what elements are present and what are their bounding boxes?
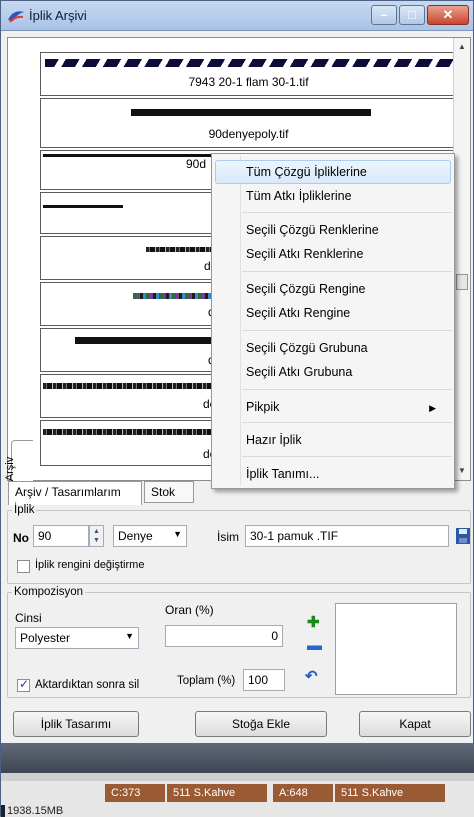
- minimize-icon: –: [380, 7, 388, 22]
- yarn-preview: [75, 337, 215, 344]
- yarn-group-legend: İplik: [14, 504, 35, 516]
- chevron-down-icon: ▼: [125, 631, 134, 641]
- no-stepper[interactable]: ▲ ▼: [89, 525, 104, 547]
- window-title: İplik Arşivi: [29, 8, 87, 23]
- tab-archive-designs[interactable]: Arşiv / Tasarımlarım: [8, 481, 142, 505]
- unit-value: Denye: [118, 529, 153, 543]
- composition-legend: Kompozisyon: [14, 586, 84, 598]
- add-stock-button[interactable]: Stoğa Ekle: [195, 711, 327, 737]
- menu-item-yarn-definition[interactable]: İplik Tanımı...: [246, 467, 319, 481]
- yarn-preview: [133, 293, 213, 299]
- remove-composition-icon[interactable]: ▬: [307, 637, 322, 654]
- menu-item-all-warp[interactable]: Tüm Çözgü İpliklerine: [215, 160, 451, 184]
- close-button[interactable]: Kapat: [359, 711, 471, 737]
- menu-item-selected-weft-color[interactable]: Seçili Atkı Rengine: [246, 306, 350, 320]
- menu-item-ready-yarn[interactable]: Hazır İplik: [246, 433, 302, 447]
- keep-color-checkbox[interactable]: [17, 560, 30, 573]
- menu-item-selected-warp-color[interactable]: Seçili Çözgü Rengine: [246, 282, 366, 296]
- save-disk-icon[interactable]: [455, 527, 471, 545]
- title-bar[interactable]: İplik Arşivi – □ ✕: [1, 1, 473, 31]
- add-composition-icon[interactable]: ✚: [307, 613, 320, 631]
- list-item[interactable]: 7943 20-1 flam 30-1.tif: [40, 52, 457, 96]
- scroll-up-icon[interactable]: ▲: [458, 42, 466, 51]
- chevron-down-icon: ▼: [173, 529, 182, 539]
- delete-after-label: Aktardıktan sonra sil: [35, 679, 140, 691]
- isim-label: İsim: [217, 530, 239, 544]
- menu-item-selected-warp-group[interactable]: Seçili Çözgü Grubuna: [246, 341, 368, 355]
- menu-item-pikpik[interactable]: Pikpik: [246, 400, 279, 414]
- minimize-button[interactable]: –: [371, 5, 397, 25]
- menu-item-label: Tüm Çözgü İpliklerine: [246, 165, 367, 179]
- menu-separator: [242, 271, 452, 272]
- close-icon: ✕: [442, 7, 454, 22]
- menu-separator: [242, 456, 452, 457]
- maximize-button[interactable]: □: [399, 5, 425, 25]
- warp-color: 511 S.Kahve: [167, 784, 267, 802]
- menu-separator: [242, 422, 452, 423]
- yarn-preview: [131, 109, 371, 116]
- delete-after-checkbox[interactable]: [17, 677, 30, 692]
- fabric-strip: [1, 743, 474, 773]
- spin-down-icon[interactable]: ▼: [93, 537, 100, 544]
- close-window-button[interactable]: ✕: [427, 5, 469, 25]
- scroll-down-icon[interactable]: ▼: [458, 466, 466, 475]
- isim-field[interactable]: 30-1 pamuk .TIF: [245, 525, 449, 547]
- weft-count: A:648: [273, 784, 333, 802]
- list-scrollbar[interactable]: ▲ ▼: [453, 38, 470, 480]
- yarn-preview: [43, 205, 123, 208]
- yarn-preview: [146, 247, 216, 252]
- menu-separator: [242, 330, 452, 331]
- tab-stock[interactable]: Stok: [144, 481, 194, 503]
- status-cells: C:373 511 S.Kahve A:648 511 S.Kahve: [1, 781, 474, 805]
- warp-count: C:373: [105, 784, 165, 802]
- cinsi-label: Cinsi: [15, 611, 42, 625]
- menu-gutter: [240, 156, 241, 486]
- menu-separator: [242, 212, 452, 213]
- yarn-preview: [43, 429, 215, 435]
- yarn-design-button[interactable]: İplik Tasarımı: [13, 711, 139, 737]
- yarn-archive-window: İplik Arşivi – □ ✕ 7943 20-1 flam 30-1.t…: [0, 0, 474, 817]
- yarn-preview: [43, 383, 215, 389]
- list-item[interactable]: 90denyepoly.tif: [40, 98, 457, 148]
- menu-item-selected-warp-colors[interactable]: Seçili Çözgü Renklerine: [246, 223, 379, 237]
- composition-list[interactable]: [335, 603, 457, 695]
- yarn-label: 7943 20-1 flam 30-1.tif: [188, 75, 309, 89]
- ruler: [1, 773, 474, 781]
- menu-item-all-weft[interactable]: Tüm Atkı İpliklerine: [246, 189, 352, 203]
- menu-separator: [242, 389, 452, 390]
- memory-usage: 1938.15MB: [5, 805, 474, 817]
- app-logo-icon: [8, 11, 24, 23]
- keep-color-label: İplik rengini değiştirme: [35, 559, 145, 571]
- no-field[interactable]: 90: [33, 525, 89, 547]
- toplam-label: Toplam (%): [177, 675, 236, 687]
- undo-icon[interactable]: ↶: [305, 667, 318, 685]
- unit-select[interactable]: Denye ▼: [113, 525, 187, 547]
- no-label: No: [13, 531, 29, 545]
- cinsi-select[interactable]: Polyester ▼: [15, 627, 139, 649]
- menu-item-selected-weft-group[interactable]: Seçili Atkı Grubuna: [246, 365, 352, 379]
- menu-item-selected-weft-colors[interactable]: Seçili Atkı Renklerine: [246, 247, 363, 261]
- maximize-icon: □: [408, 7, 416, 22]
- oran-field[interactable]: 0: [165, 625, 283, 647]
- oran-label: Oran (%): [165, 603, 214, 617]
- toplam-field[interactable]: 100: [243, 669, 285, 691]
- context-menu: Tüm Çözgü İpliklerine Tüm Atkı İplikleri…: [211, 153, 455, 489]
- weft-color: 511 S.Kahve: [335, 784, 445, 802]
- scroll-thumb[interactable]: [456, 274, 468, 290]
- status-bar: C:373 511 S.Kahve A:648 511 S.Kahve 1938…: [1, 743, 474, 817]
- yarn-preview: [45, 59, 453, 67]
- cinsi-value: Polyester: [20, 631, 71, 645]
- side-tab-label: Arşiv: [4, 456, 17, 482]
- submenu-arrow-icon: ▶: [429, 403, 436, 413]
- spin-up-icon[interactable]: ▲: [93, 528, 100, 535]
- yarn-label: 90denyepoly.tif: [208, 127, 289, 141]
